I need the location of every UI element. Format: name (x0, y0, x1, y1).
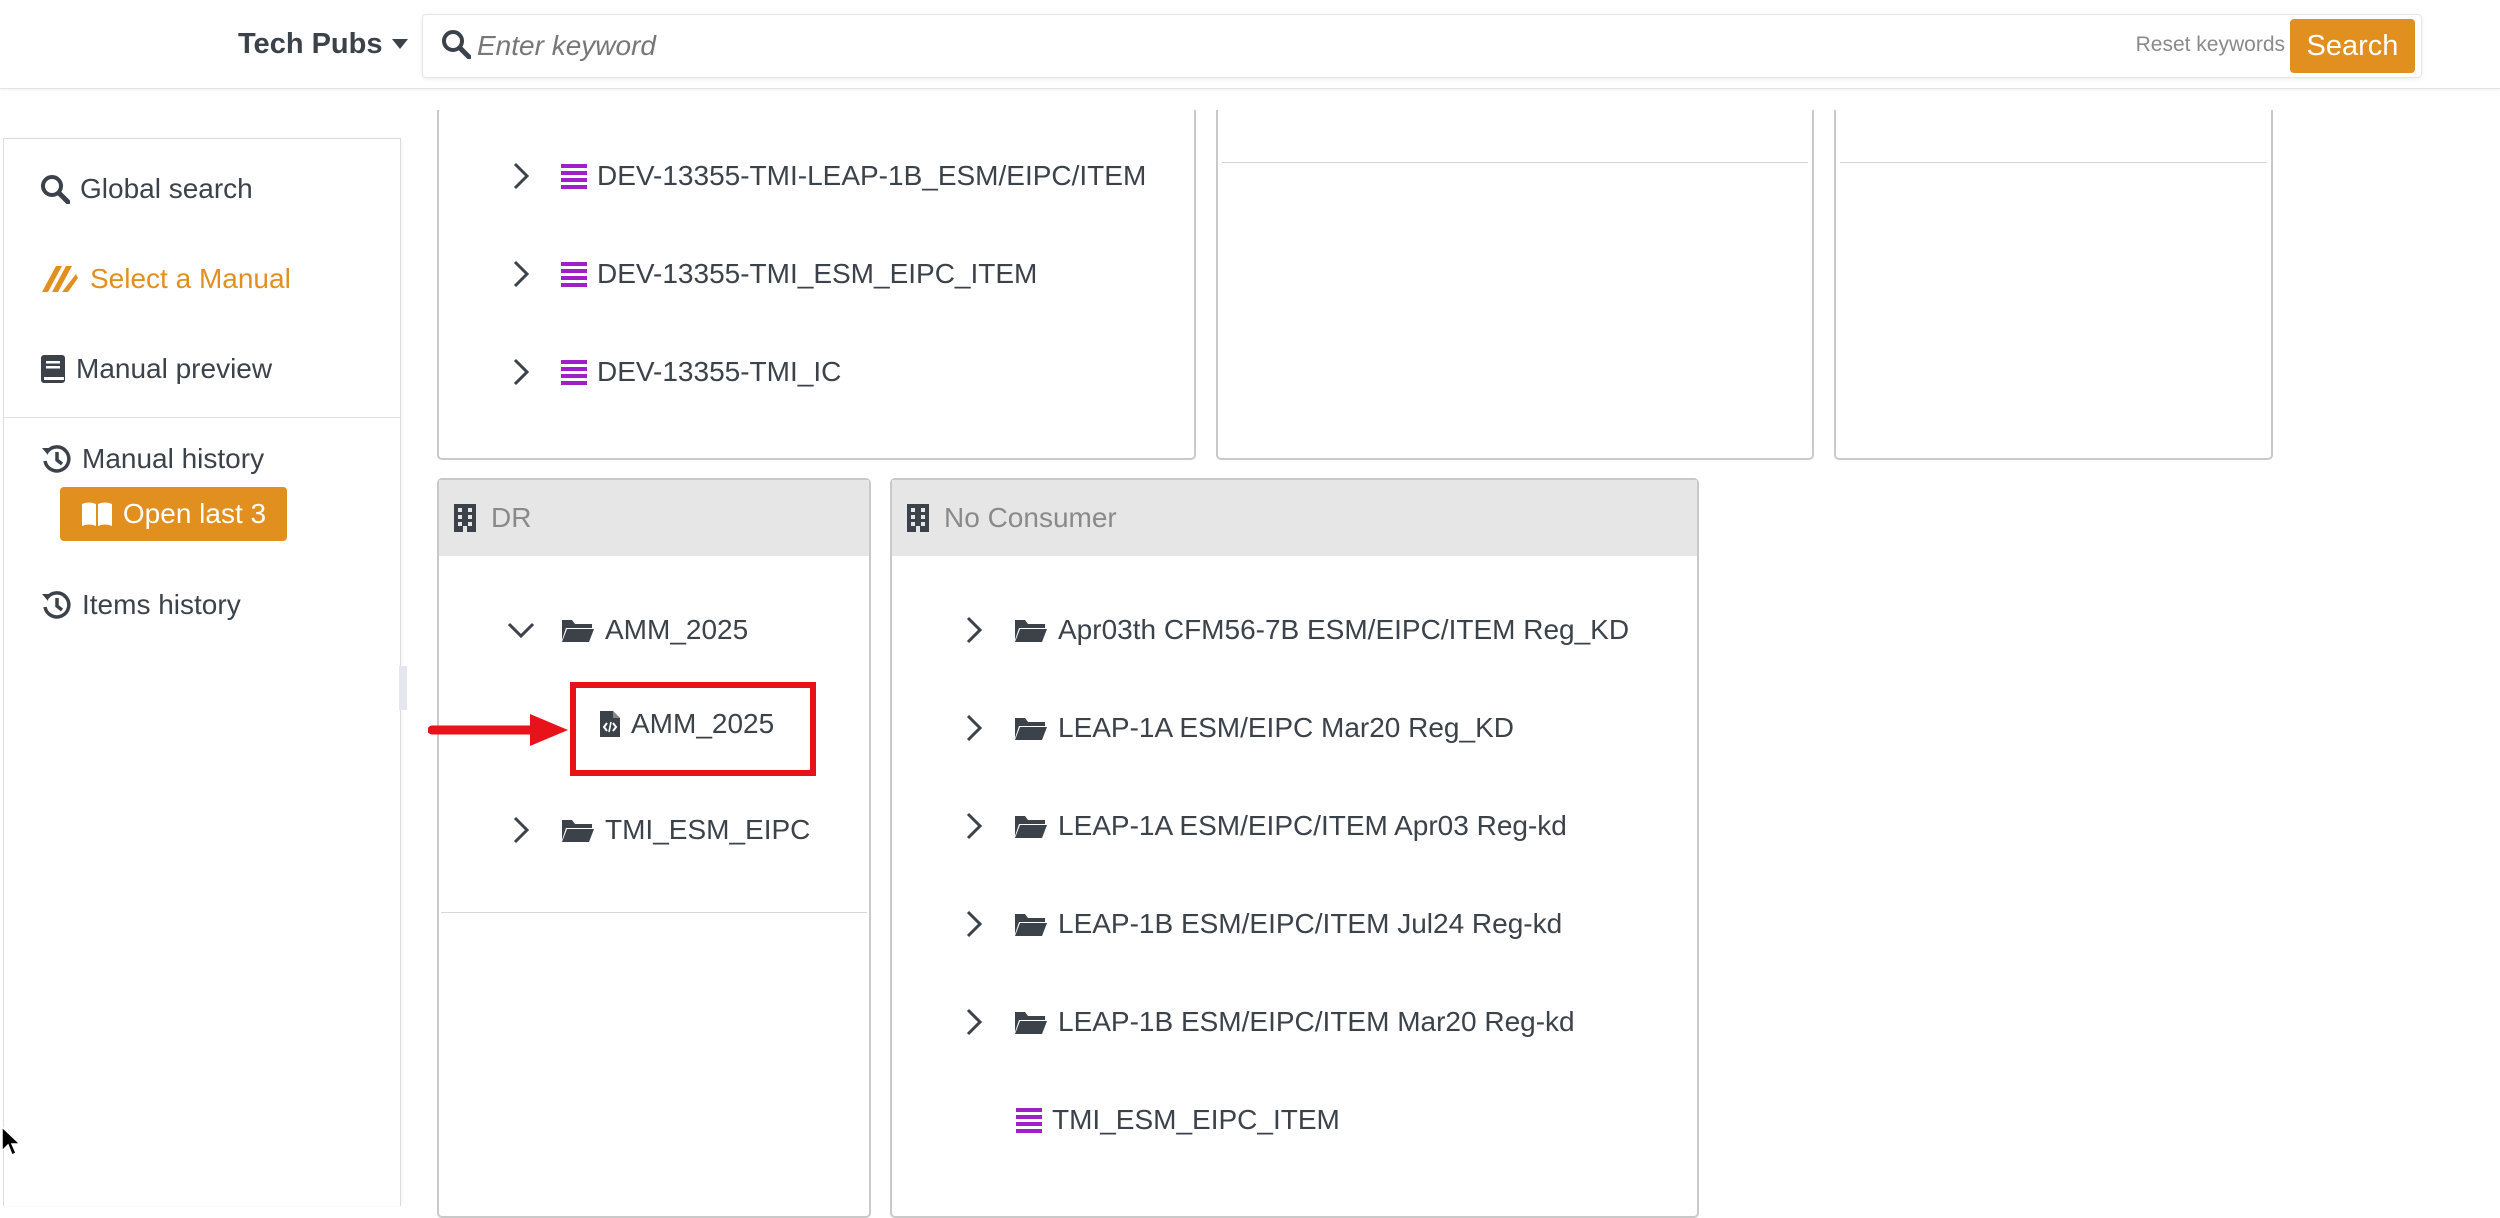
app-name: Tech Pubs (238, 27, 383, 60)
folder-open-icon (1014, 911, 1048, 937)
search-icon (41, 175, 70, 204)
consumer-panel-dr: DR AMM_2025 AMM_2025 TMI_ESM_EIPC (437, 478, 871, 1218)
sidebar-item-global-search[interactable]: Global search (40, 173, 253, 205)
tree-item[interactable]: DEV-13355-TMI_IC (501, 356, 841, 388)
manual-panel-top-left: DEV-13355-TMI-LEAP-1B_ESM/EIPC/ITEM DEV-… (437, 110, 1196, 460)
folder-open-icon (1014, 813, 1048, 839)
panel-header: DR (439, 480, 869, 556)
mouse-cursor-icon (1, 1125, 22, 1157)
panel-title: DR (491, 502, 532, 533)
tree-item[interactable]: DEV-13355-TMI_ESM_EIPC_ITEM (501, 258, 1037, 290)
folder-open-icon (1014, 617, 1048, 643)
manual-panel-top-right (1834, 110, 2273, 460)
manual-panel-top-middle (1216, 110, 1814, 460)
tree-item-label: LEAP-1A ESM/EIPC Mar20 Reg_KD (1058, 712, 1514, 743)
open-last-button[interactable]: Open last 3 (60, 487, 287, 541)
consumer-panel-no-consumer: No Consumer Apr03th CFM56-7B ESM/EIPC/IT… (890, 478, 1699, 1218)
tree-item-label: LEAP-1A ESM/EIPC/ITEM Apr03 Reg-kd (1058, 810, 1567, 841)
tree-item-label: TMI_ESM_EIPC_ITEM (1052, 1104, 1340, 1135)
open-last-label: Open last 3 (122, 498, 267, 529)
reset-keywords-link[interactable]: Reset keywords (2136, 33, 2285, 57)
folder-open-icon (1014, 1009, 1048, 1035)
chevron-down-icon[interactable] (501, 621, 541, 639)
sidebar-item-manual-preview[interactable]: Manual preview (40, 353, 272, 385)
tree-item[interactable]: Apr03th CFM56-7B ESM/EIPC/ITEM Reg_KD (954, 614, 1629, 646)
tree-item[interactable]: TMI_ESM_EIPC_ITEM (1016, 1104, 1340, 1136)
list-icon (1016, 1107, 1042, 1133)
sidebar-item-items-history[interactable]: Items history (40, 589, 241, 621)
book-icon (41, 355, 65, 383)
search-button[interactable]: Search (2290, 19, 2415, 73)
chevron-right-icon[interactable] (501, 357, 541, 387)
list-icon (561, 261, 587, 287)
folder-open-icon (561, 817, 595, 843)
building-icon (454, 504, 476, 532)
building-icon (907, 504, 929, 532)
tree-item-label: Apr03th CFM56-7B ESM/EIPC/ITEM Reg_KD (1058, 614, 1630, 645)
manual-select-icon (42, 266, 78, 292)
sidebar-item-label: Select a Manual (90, 263, 291, 294)
sidebar: Global search Select a Manual Manual pre… (3, 138, 401, 1206)
sidebar-item-manual-history[interactable]: Manual history (40, 443, 264, 475)
search-input[interactable] (475, 25, 1979, 67)
sidebar-resize-handle[interactable] (399, 666, 407, 710)
arrow-right-icon (428, 714, 568, 746)
panel-header: No Consumer (892, 480, 1697, 556)
tree-item-label: TMI_ESM_EIPC (605, 814, 811, 845)
tree-item[interactable]: TMI_ESM_EIPC (501, 814, 810, 846)
sidebar-item-select-manual[interactable]: Select a Manual (40, 263, 291, 295)
tree-item[interactable]: AMM_2025 (501, 614, 748, 646)
chevron-right-icon[interactable] (954, 1007, 994, 1037)
tree-item-label: AMM_2025 (605, 614, 749, 645)
sidebar-item-label: Global search (80, 173, 253, 204)
tree-item[interactable]: LEAP-1A ESM/EIPC Mar20 Reg_KD (954, 712, 1514, 744)
panel-divider (1840, 162, 2267, 163)
sidebar-item-label: Items history (82, 589, 241, 620)
list-icon (561, 163, 587, 189)
chevron-right-icon[interactable] (954, 615, 994, 645)
chevron-right-icon[interactable] (954, 909, 994, 939)
history-icon (42, 445, 71, 473)
tree-item[interactable]: LEAP-1A ESM/EIPC/ITEM Apr03 Reg-kd (954, 810, 1567, 842)
chevron-right-icon[interactable] (501, 259, 541, 289)
sidebar-divider (4, 417, 400, 418)
caret-down-icon (391, 39, 408, 49)
history-icon (42, 591, 71, 619)
folder-open-icon (561, 617, 595, 643)
chevron-right-icon[interactable] (501, 815, 541, 845)
search-icon (442, 30, 471, 59)
sidebar-item-label: Manual preview (76, 353, 273, 384)
tree-item-label: DEV-13355-TMI_IC (597, 356, 842, 387)
top-bar: Tech Pubs Reset keywords Search (0, 0, 2500, 89)
app-switcher[interactable]: Tech Pubs (238, 24, 409, 64)
search-bar: Reset keywords Search (422, 14, 2422, 78)
tree-item[interactable]: LEAP-1B ESM/EIPC/ITEM Mar20 Reg-kd (954, 1006, 1575, 1038)
folder-open-icon (1014, 715, 1048, 741)
sidebar-item-label: Manual history (82, 443, 265, 474)
list-icon (561, 359, 587, 385)
tree-item-label: LEAP-1B ESM/EIPC/ITEM Jul24 Reg-kd (1058, 908, 1563, 939)
tree-item-label: DEV-13355-TMI-LEAP-1B_ESM/EIPC/ITEM (597, 160, 1147, 191)
panel-divider (441, 912, 867, 913)
tree-item-label: LEAP-1B ESM/EIPC/ITEM Mar20 Reg-kd (1058, 1006, 1575, 1037)
panel-divider (1222, 162, 1808, 163)
chevron-right-icon[interactable] (501, 161, 541, 191)
panel-title: No Consumer (944, 502, 1117, 533)
highlight-box (570, 682, 816, 776)
chevron-right-icon[interactable] (954, 811, 994, 841)
tree-item[interactable]: LEAP-1B ESM/EIPC/ITEM Jul24 Reg-kd (954, 908, 1562, 940)
tree-item[interactable]: DEV-13355-TMI-LEAP-1B_ESM/EIPC/ITEM (501, 160, 1146, 192)
open-book-icon (81, 502, 112, 526)
tree-item-label: DEV-13355-TMI_ESM_EIPC_ITEM (597, 258, 1038, 289)
chevron-right-icon[interactable] (954, 713, 994, 743)
